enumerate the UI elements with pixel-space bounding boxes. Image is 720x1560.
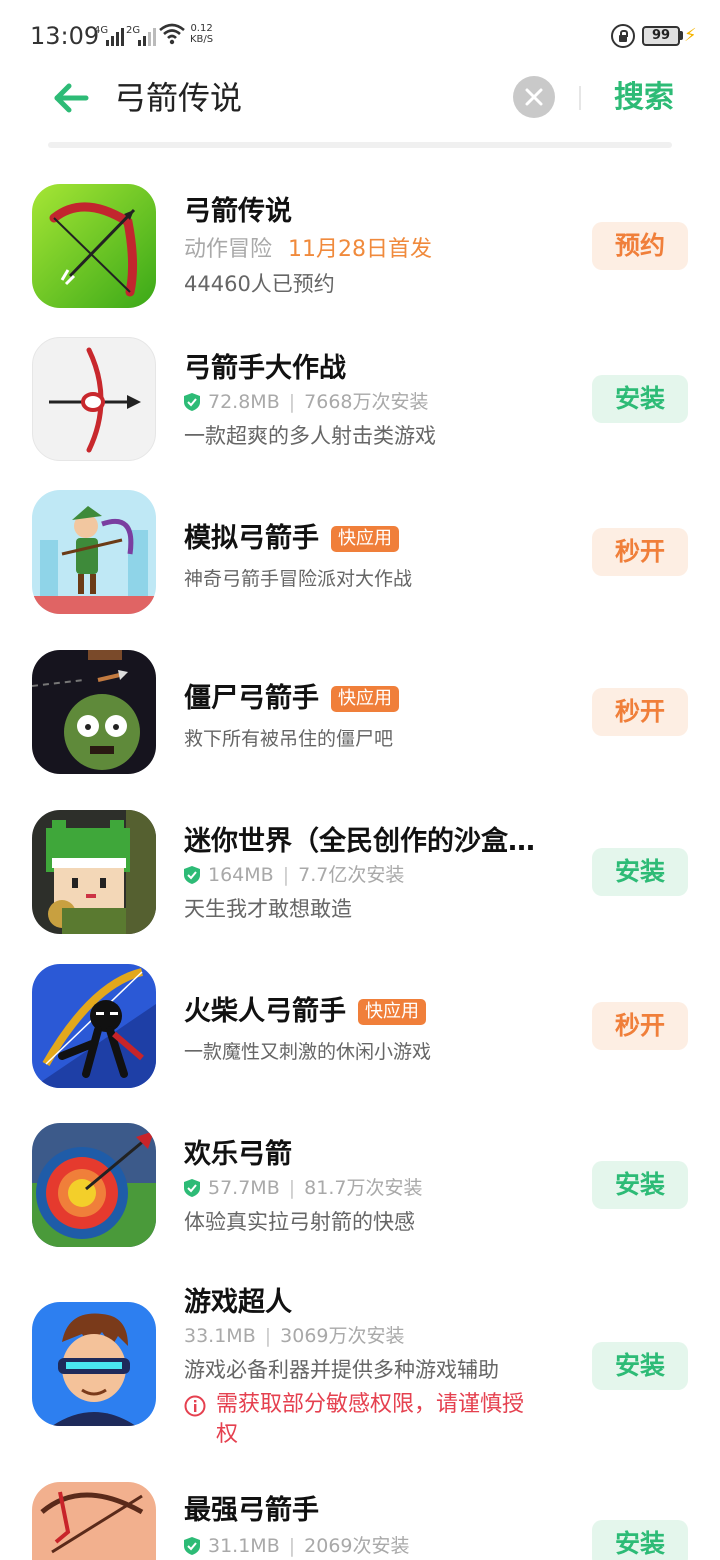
arrow-left-icon xyxy=(54,83,89,113)
battery-icon: 99 xyxy=(642,26,680,46)
app-name: 迷你世界（全民创作的沙盒… xyxy=(184,826,535,857)
network-speed: 0.12 KB/S xyxy=(190,23,214,45)
app-icon-zuiqiang-gongjianshou[interactable] xyxy=(32,1482,156,1560)
search-underline xyxy=(48,142,672,148)
battery-tip xyxy=(680,31,683,40)
app-icon-youxi-chaoren[interactable] xyxy=(32,1302,156,1426)
rotation-lock-icon xyxy=(611,24,635,48)
app-list-item[interactable]: 迷你世界（全民创作的沙盒… 164MB | 7.7亿次安装 天生我才敢想敢造 安装 xyxy=(0,801,720,951)
app-icon-stickman-archer[interactable] xyxy=(32,964,156,1088)
sim1-signal-icon xyxy=(106,26,124,46)
search-button[interactable]: 搜索 xyxy=(614,78,674,118)
app-meta: 31.1MB | 2069次安装 xyxy=(184,1533,410,1559)
app-genre: 动作冒险 xyxy=(184,237,273,262)
app-name-row: 模拟弓箭手 快应用 xyxy=(184,522,399,556)
app-name: 僵尸弓箭手 xyxy=(184,683,319,714)
verified-shield-icon xyxy=(184,1537,200,1555)
app-release-date: 11月28日首发 xyxy=(288,237,433,262)
app-meta: 72.8MB | 7668万次安装 xyxy=(184,389,429,415)
app-name: 最强弓箭手 xyxy=(184,1495,319,1526)
app-list-item[interactable]: 弓箭传说 动作冒险 11月28日首发 44460人已预约 预约 xyxy=(0,175,720,325)
search-input[interactable]: 弓箭传说 xyxy=(114,78,242,118)
back-button[interactable] xyxy=(46,76,96,120)
charging-icon: ⚡ xyxy=(684,25,697,46)
app-size: 31.1MB xyxy=(208,1535,280,1557)
install-button[interactable]: 安装 xyxy=(592,1342,688,1390)
app-list-item[interactable]: 模拟弓箭手 快应用 神奇弓箭手冒险派对大作战 秒开 xyxy=(0,482,720,632)
app-name-row: 火柴人弓箭手 快应用 xyxy=(184,995,426,1029)
app-list-item[interactable]: 弓箭手大作战 72.8MB | 7668万次安装 一款超爽的多人射击类游戏 安装 xyxy=(0,328,720,478)
info-warning-icon xyxy=(184,1395,206,1450)
instant-open-button[interactable]: 秒开 xyxy=(592,688,688,736)
app-list-item[interactable]: 僵尸弓箭手 快应用 救下所有被吊住的僵尸吧 秒开 xyxy=(0,642,720,792)
app-name: 火柴人弓箭手 xyxy=(184,996,346,1027)
app-icon-moni-gongjianshou[interactable] xyxy=(32,490,156,614)
app-description: 救下所有被吊住的僵尸吧 xyxy=(184,728,394,750)
status-time: 13:09 xyxy=(30,22,100,50)
search-header: 弓箭传说 搜索 xyxy=(0,70,720,150)
app-name: 弓箭传说 xyxy=(184,196,292,227)
app-installs: 2069次安装 xyxy=(304,1535,410,1557)
quick-app-badge: 快应用 xyxy=(331,686,399,712)
quick-app-badge: 快应用 xyxy=(331,526,399,552)
permission-warning-text: 需获取部分敏感权限，请谨慎授权 xyxy=(216,1392,525,1447)
app-size: 164MB xyxy=(208,864,274,886)
app-meta: 33.1MB | 3069万次安装 xyxy=(184,1325,405,1347)
app-icon-jiangshi-gongjianshou[interactable] xyxy=(32,650,156,774)
app-description: 神奇弓箭手冒险派对大作战 xyxy=(184,568,413,590)
wifi-icon xyxy=(158,22,186,50)
app-description: 体验真实拉弓射箭的快感 xyxy=(184,1210,415,1234)
reserve-button[interactable]: 预约 xyxy=(592,222,688,270)
app-meta: 57.7MB | 81.7万次安装 xyxy=(184,1175,422,1201)
app-size: 72.8MB xyxy=(208,391,280,413)
install-button[interactable]: 安装 xyxy=(592,1161,688,1209)
app-list-item[interactable]: 游戏超人 33.1MB | 3069万次安装 游戏必备利器并提供多种游戏辅助 需获取… xyxy=(0,1272,720,1462)
app-list-item[interactable]: 火柴人弓箭手 快应用 一款魔性又刺激的休闲小游戏 秒开 xyxy=(0,955,720,1105)
verified-shield-icon xyxy=(184,393,200,411)
status-bar: 13:09 4G 2G 0.12 KB/S 99 ⚡ xyxy=(0,0,720,70)
app-description: 游戏必备利器并提供多种游戏辅助 xyxy=(184,1358,499,1382)
app-installs: 7668万次安装 xyxy=(304,391,429,413)
app-installs: 3069万次安装 xyxy=(280,1325,405,1347)
app-size: 33.1MB xyxy=(184,1325,256,1347)
app-name: 模拟弓箭手 xyxy=(184,523,319,554)
app-name: 弓箭手大作战 xyxy=(184,353,346,384)
app-icon-gongjianshou-dazuozhan[interactable] xyxy=(32,337,156,461)
app-description: 一款魔性又刺激的休闲小游戏 xyxy=(184,1041,432,1063)
quick-app-badge: 快应用 xyxy=(358,999,426,1025)
close-icon xyxy=(525,88,543,106)
verified-shield-icon xyxy=(184,1179,200,1197)
app-icon-gongjian-chuanshuo[interactable] xyxy=(32,184,156,308)
app-genre-line: 动作冒险 11月28日首发 xyxy=(184,235,432,265)
app-description: 一款超爽的多人射击类游戏 xyxy=(184,424,436,448)
app-list-item[interactable]: 最强弓箭手 31.1MB | 2069次安装 安装 xyxy=(0,1482,720,1560)
app-list-item[interactable]: 欢乐弓箭 57.7MB | 81.7万次安装 体验真实拉弓射箭的快感 安装 xyxy=(0,1114,720,1264)
app-icon-mini-world[interactable] xyxy=(32,810,156,934)
app-reservation-count: 44460人已预约 xyxy=(184,272,335,296)
header-divider xyxy=(579,86,581,110)
app-meta: 164MB | 7.7亿次安装 xyxy=(184,862,404,888)
instant-open-button[interactable]: 秒开 xyxy=(592,528,688,576)
app-icon-huanle-gongjian[interactable] xyxy=(32,1123,156,1247)
permission-warning: 需获取部分敏感权限，请谨慎授权 xyxy=(184,1390,544,1450)
app-size: 57.7MB xyxy=(208,1177,280,1199)
install-button[interactable]: 安装 xyxy=(592,848,688,896)
sim2-signal-icon xyxy=(138,26,156,46)
install-button[interactable]: 安装 xyxy=(592,1520,688,1560)
app-name: 游戏超人 xyxy=(184,1287,292,1318)
instant-open-button[interactable]: 秒开 xyxy=(592,1002,688,1050)
app-description: 天生我才敢想敢造 xyxy=(184,897,352,921)
clear-search-button[interactable] xyxy=(513,76,555,118)
app-name: 欢乐弓箭 xyxy=(184,1139,292,1170)
install-button[interactable]: 安装 xyxy=(592,375,688,423)
app-installs: 81.7万次安装 xyxy=(304,1177,423,1199)
app-installs: 7.7亿次安装 xyxy=(298,864,405,886)
verified-shield-icon xyxy=(184,866,200,884)
app-name-row: 僵尸弓箭手 快应用 xyxy=(184,682,399,716)
